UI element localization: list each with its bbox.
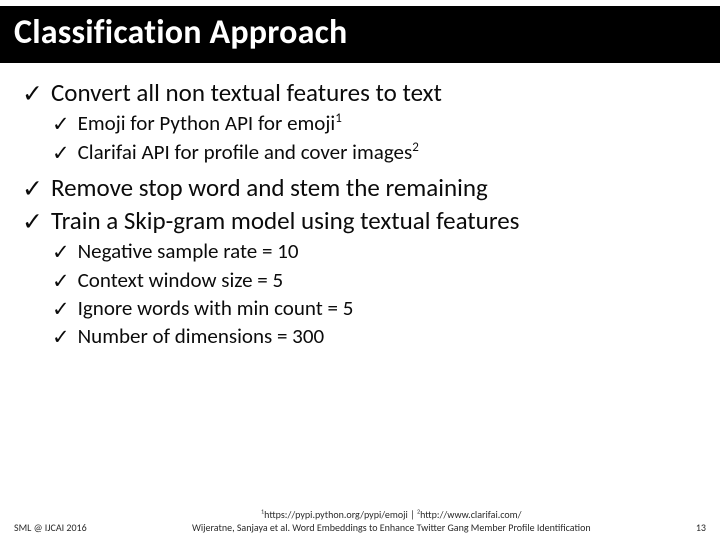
footer-left: SML @ IJCAI 2016 [14,521,95,534]
bullet-clarifai-api: Clarifai API for profile and cover image… [52,139,698,166]
ref-url: https://pypi.python.org/pypi/emoji [264,508,408,521]
bullet-text: Train a Skip-gram model using textual fe… [51,205,519,236]
bullet-list-level2: Negative sample rate = 10 Context window… [52,238,698,350]
superscript-ref: 2 [412,140,419,155]
footer-center: 1https://pypi.python.org/pypi/emoji | 2h… [95,509,688,534]
bullet-text: Number of dimensions = 300 [78,323,325,349]
bullet-text: Emoji for Python API for emoji [78,110,336,136]
bullet-dimensions: Number of dimensions = 300 [52,323,698,350]
bullet-context-window: Context window size = 5 [52,267,698,294]
bullet-emoji-api: Emoji for Python API for emoji1 [52,110,698,137]
bullet-text: Ignore words with min count = 5 [78,295,354,321]
footer-refs: 1https://pypi.python.org/pypi/emoji | 2h… [95,509,688,522]
superscript-ref: 1 [335,111,342,126]
bullet-text: Convert all non textual features to text [51,77,442,108]
bullet-text: Negative sample rate = 10 [78,238,299,264]
slide-footer: SML @ IJCAI 2016 1https://pypi.python.or… [0,509,720,534]
ref-url: http://www.clarifai.com/ [420,508,521,521]
slide-body: Convert all non textual features to text… [0,63,720,351]
bullet-convert: Convert all non textual features to text… [22,77,698,166]
bullet-list-level1: Convert all non textual features to text… [22,77,698,351]
bullet-text: Clarifai API for profile and cover image… [78,139,413,165]
ref-sep: | [408,508,417,521]
footer-page-number: 13 [688,521,706,534]
bullet-text: Remove stop word and stem the remaining [51,172,488,203]
footer-citation: Wijeratne, Sanjaya et al. Word Embedding… [95,522,688,535]
bullet-neg-sample: Negative sample rate = 10 [52,238,698,265]
bullet-min-count: Ignore words with min count = 5 [52,295,698,322]
title-bar: Classification Approach [0,6,720,63]
bullet-stopword: Remove stop word and stem the remaining [22,172,698,203]
bullet-skipgram: Train a Skip-gram model using textual fe… [22,205,698,350]
bullet-list-level2: Emoji for Python API for emoji1 Clarifai… [52,110,698,166]
slide-title: Classification Approach [14,12,706,53]
bullet-text: Context window size = 5 [78,267,284,293]
